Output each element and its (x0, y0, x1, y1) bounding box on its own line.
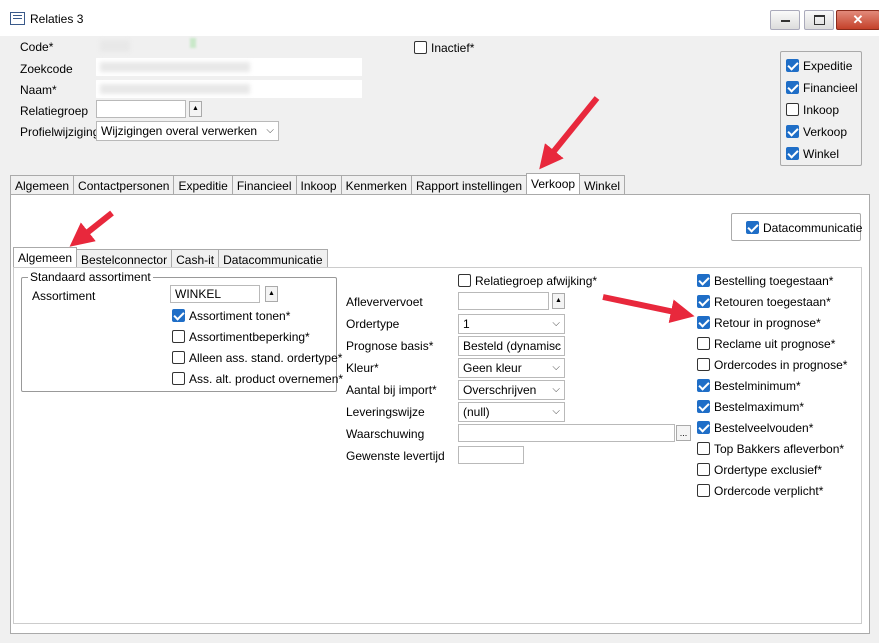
arrow-algemeen-subtab (69, 210, 114, 247)
arrow-verkoop-tab (539, 96, 600, 170)
annotation-arrows (69, 96, 695, 324)
arrow-retour-in-prognose (602, 294, 695, 324)
